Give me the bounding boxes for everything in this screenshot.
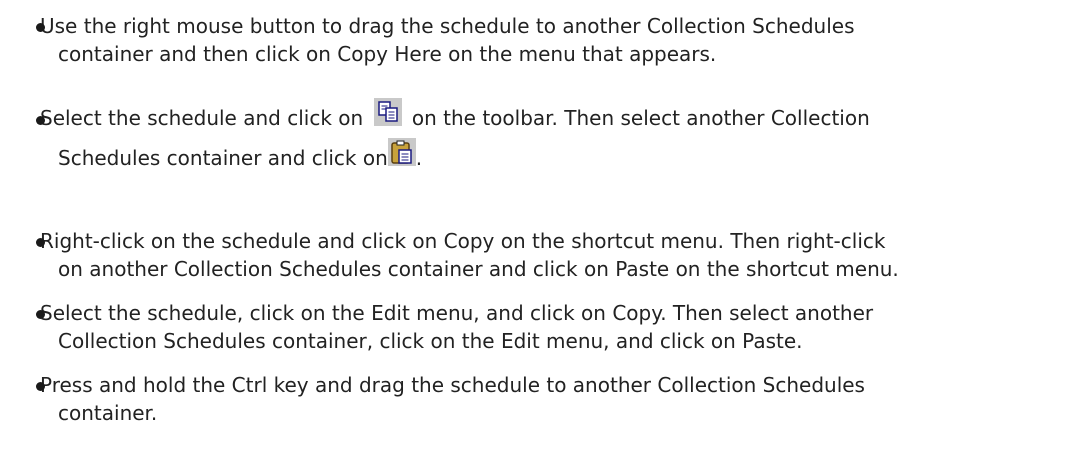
list-item: Select the schedule and click on on the … [28,97,1058,178]
list-item-text: container and then click on Copy Here on… [58,42,717,66]
bullet-dot [36,116,45,125]
paste-icon [387,137,416,166]
list-item-text: Select the schedule, click on the Edit m… [40,301,874,325]
list-item-text: on another Collection Schedules containe… [58,257,899,281]
list-item-text: Use the right mouse button to drag the s… [40,14,855,38]
list-item-text: . [415,146,423,170]
list-item-text: on the toolbar. Then select another Coll… [411,106,870,130]
list-item-text: container. [58,401,158,425]
list-item-text: Right-click on the schedule and click on… [40,229,886,253]
list-item: Press and hold the Ctrl key and drag the… [28,371,1058,427]
list-item: Use the right mouse button to drag the s… [28,12,1058,68]
list-item-text: Press and hold the Ctrl key and drag the… [40,373,865,397]
list-item-text: Schedules container and click on [58,146,388,170]
bullet-dot [36,23,45,32]
list-item-text: Select the schedule and click on [40,106,364,130]
list-item: Right-click on the schedule and click on… [28,227,1058,283]
bullet-dot [36,238,45,247]
copy-icon [373,97,402,126]
bullet-dot [36,382,45,391]
list-item-text: Collection Schedules container, click on… [58,329,803,353]
list-item: Select the schedule, click on the Edit m… [28,299,1058,355]
bullet-dot [36,310,45,319]
